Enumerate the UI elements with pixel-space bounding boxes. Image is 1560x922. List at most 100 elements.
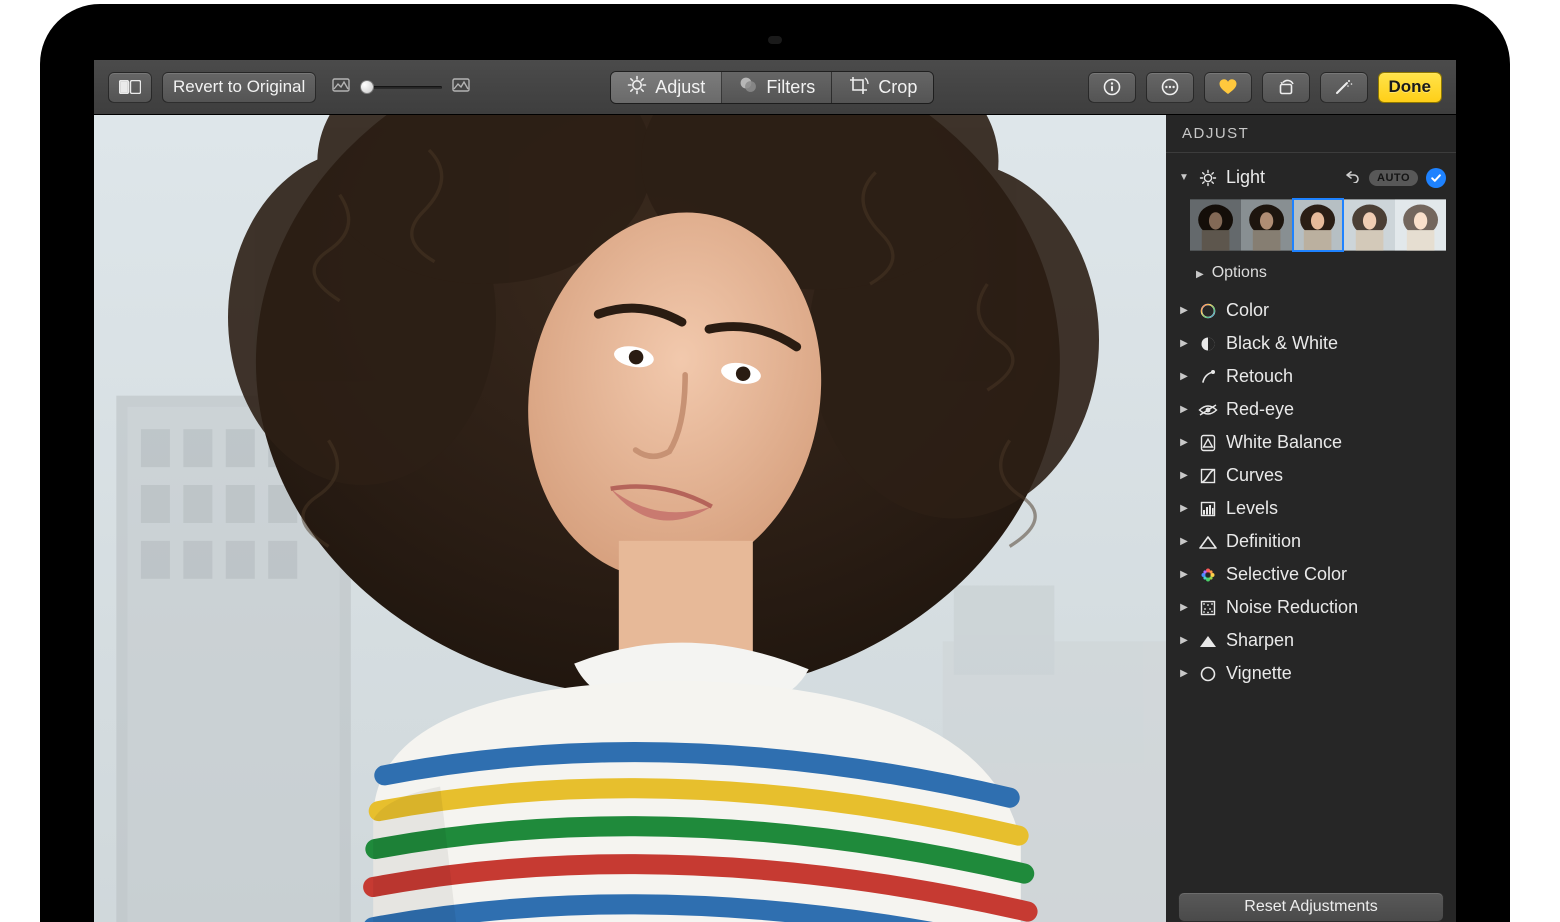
adjust-row-vignette[interactable]: Vignette — [1166, 657, 1456, 690]
disclosure-right-icon — [1196, 264, 1204, 282]
more-options-button[interactable] — [1146, 72, 1194, 103]
light-thumb-3[interactable] — [1292, 198, 1343, 252]
adjust-row-sharpen[interactable]: Sharpen — [1166, 624, 1456, 657]
crop-icon — [848, 75, 870, 100]
adjust-row-retouch[interactable]: Retouch — [1166, 360, 1456, 393]
disclosure-right-icon — [1178, 635, 1190, 646]
laptop-frame: Revert to Original — [40, 4, 1510, 922]
adjust-row-light[interactable]: Light AUTO — [1166, 159, 1456, 194]
light-icon — [1198, 169, 1218, 187]
disclosure-down-icon — [1178, 172, 1190, 183]
adjust-row-curves[interactable]: Curves — [1166, 459, 1456, 492]
tab-adjust[interactable]: Adjust — [611, 72, 722, 103]
revert-label: Revert to Original — [173, 77, 305, 97]
disclosure-right-icon — [1178, 536, 1190, 547]
toolbar: Revert to Original — [94, 60, 1456, 115]
photo-canvas[interactable] — [94, 115, 1166, 922]
light-thumb-2[interactable] — [1241, 198, 1292, 252]
app-window: Revert to Original — [94, 60, 1456, 922]
tab-filters-label: Filters — [766, 77, 815, 98]
redeye-icon — [1198, 403, 1218, 417]
definition-icon — [1198, 535, 1218, 549]
row-label: Retouch — [1226, 366, 1446, 387]
favorite-button[interactable] — [1204, 72, 1252, 103]
zoom-slider-group — [332, 77, 470, 97]
adjust-row-bw[interactable]: Black & White — [1166, 327, 1456, 360]
row-label: Color — [1226, 300, 1446, 321]
adjust-row-color[interactable]: Color — [1166, 294, 1456, 327]
adjust-sidebar: ADJUST Light AUTO — [1166, 115, 1456, 922]
row-label: White Balance — [1226, 432, 1446, 453]
white-balance-icon — [1198, 434, 1218, 452]
noise-reduction-icon — [1198, 600, 1218, 616]
row-label: Curves — [1226, 465, 1446, 486]
disclosure-right-icon — [1178, 569, 1190, 580]
light-options-label: Options — [1212, 264, 1267, 282]
light-thumb-5[interactable] — [1395, 198, 1446, 252]
auto-enhance-button[interactable] — [1320, 72, 1368, 103]
disclosure-right-icon — [1178, 371, 1190, 382]
view-toggle-button[interactable] — [108, 72, 152, 103]
adjust-row-redeye[interactable]: Red-eye — [1166, 393, 1456, 426]
adjust-row-white-balance[interactable]: White Balance — [1166, 426, 1456, 459]
light-label: Light — [1226, 167, 1337, 188]
light-thumb-4[interactable] — [1344, 198, 1395, 252]
adjustments-list: Light AUTO — [1166, 159, 1456, 882]
row-label: Sharpen — [1226, 630, 1446, 651]
disclosure-right-icon — [1178, 668, 1190, 679]
light-preview-strip[interactable] — [1166, 194, 1456, 260]
adjust-icon — [627, 75, 647, 100]
selective-color-icon — [1198, 566, 1218, 584]
sharpen-icon — [1198, 634, 1218, 648]
row-label: Levels — [1226, 498, 1446, 519]
sidebar-title: ADJUST — [1166, 115, 1456, 148]
reset-label: Reset Adjustments — [1244, 898, 1377, 916]
disclosure-right-icon — [1178, 404, 1190, 415]
adjust-row-noise-reduction[interactable]: Noise Reduction — [1166, 591, 1456, 624]
done-button[interactable]: Done — [1378, 72, 1443, 103]
disclosure-right-icon — [1178, 305, 1190, 316]
light-thumb-1[interactable] — [1190, 198, 1241, 252]
row-label: Selective Color — [1226, 564, 1446, 585]
zoom-slider-knob[interactable] — [360, 80, 374, 94]
adjust-row-definition[interactable]: Definition — [1166, 525, 1456, 558]
undo-icon[interactable] — [1345, 168, 1361, 188]
zoom-slider[interactable] — [360, 80, 442, 94]
row-label: Definition — [1226, 531, 1446, 552]
bw-icon — [1198, 335, 1218, 353]
done-label: Done — [1389, 77, 1432, 97]
thumbnail-small-icon — [332, 77, 350, 97]
disclosure-right-icon — [1178, 338, 1190, 349]
auto-button[interactable]: AUTO — [1369, 170, 1418, 186]
row-label: Noise Reduction — [1226, 597, 1446, 618]
enabled-checkmark-icon[interactable] — [1426, 168, 1446, 188]
tab-filters[interactable]: Filters — [722, 72, 832, 103]
disclosure-right-icon — [1178, 503, 1190, 514]
tab-crop-label: Crop — [878, 77, 917, 98]
rotate-button[interactable] — [1262, 72, 1310, 103]
levels-icon — [1198, 501, 1218, 517]
adjust-row-selective-color[interactable]: Selective Color — [1166, 558, 1456, 591]
laptop-camera — [768, 36, 782, 44]
info-button[interactable] — [1088, 72, 1136, 103]
light-options-row[interactable]: Options — [1166, 260, 1456, 294]
disclosure-right-icon — [1178, 602, 1190, 613]
row-label: Red-eye — [1226, 399, 1446, 420]
tab-crop[interactable]: Crop — [832, 72, 933, 103]
retouch-icon — [1198, 368, 1218, 386]
filters-icon — [738, 75, 758, 100]
disclosure-right-icon — [1178, 437, 1190, 448]
tab-adjust-label: Adjust — [655, 77, 705, 98]
row-label: Vignette — [1226, 663, 1446, 684]
reset-adjustments-button[interactable]: Reset Adjustments — [1178, 892, 1444, 922]
vignette-icon — [1198, 665, 1218, 683]
sidebar-divider — [1166, 152, 1456, 153]
color-icon — [1198, 302, 1218, 320]
edit-mode-segment: Adjust Filters — [610, 71, 934, 104]
thumbnail-large-icon — [452, 77, 470, 97]
adjust-row-levels[interactable]: Levels — [1166, 492, 1456, 525]
row-label: Black & White — [1226, 333, 1446, 354]
revert-to-original-button[interactable]: Revert to Original — [162, 72, 316, 103]
curves-icon — [1198, 468, 1218, 484]
disclosure-right-icon — [1178, 470, 1190, 481]
